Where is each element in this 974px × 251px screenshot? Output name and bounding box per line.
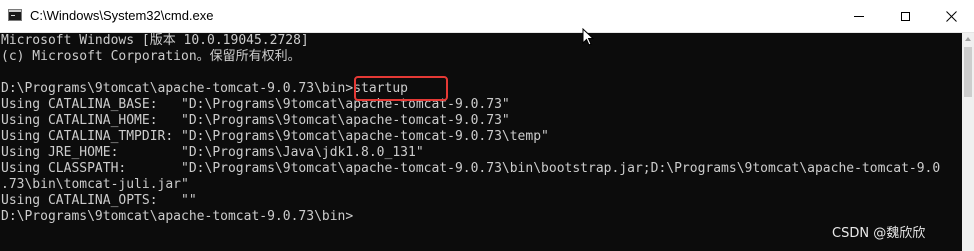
cmd-window: C:\Windows\System32\cmd.exe Microsoft Wi… bbox=[0, 0, 974, 251]
console-line: Using CATALINA_TMPDIR: "D:\Programs\9tom… bbox=[1, 129, 549, 144]
minimize-button[interactable] bbox=[836, 0, 882, 32]
minimize-icon bbox=[854, 15, 864, 17]
console-output[interactable]: Microsoft Windows [版本 10.0.19045.2728] (… bbox=[0, 33, 962, 251]
maximize-button[interactable] bbox=[882, 0, 928, 32]
close-icon bbox=[945, 10, 957, 22]
console-line-command: D:\Programs\9tomcat\apache-tomcat-9.0.73… bbox=[1, 81, 408, 96]
command-highlight-box bbox=[354, 76, 448, 101]
vertical-scrollbar[interactable] bbox=[962, 33, 974, 251]
watermark-text: CSDN @魏欣欣 bbox=[832, 226, 926, 241]
console-line: Using CLASSPATH: "D:\Programs\9tomcat\ap… bbox=[1, 161, 941, 176]
title-bar[interactable]: C:\Windows\System32\cmd.exe bbox=[0, 0, 974, 33]
console-line: Using JRE_HOME: "D:\Programs\Java\jdk1.8… bbox=[1, 145, 424, 160]
console-line: Microsoft Windows [版本 10.0.19045.2728] bbox=[1, 33, 309, 48]
maximize-icon bbox=[900, 11, 910, 21]
console-line: Using CATALINA_HOME: "D:\Programs\9tomca… bbox=[1, 113, 510, 128]
window-title: C:\Windows\System32\cmd.exe bbox=[30, 8, 214, 23]
mouse-cursor-icon bbox=[582, 28, 594, 46]
scroll-thumb[interactable] bbox=[964, 47, 972, 97]
scroll-up-arrow-icon[interactable] bbox=[965, 37, 971, 41]
console-prompt: D:\Programs\9tomcat\apache-tomcat-9.0.73… bbox=[1, 209, 354, 224]
console-line: .73\bin\tomcat-juli.jar" bbox=[1, 177, 189, 192]
cmd-app-icon[interactable] bbox=[8, 9, 22, 21]
close-button[interactable] bbox=[928, 0, 974, 32]
console-line: Using CATALINA_OPTS: "" bbox=[1, 193, 197, 208]
console-line: (c) Microsoft Corporation。保留所有权利。 bbox=[1, 49, 301, 64]
